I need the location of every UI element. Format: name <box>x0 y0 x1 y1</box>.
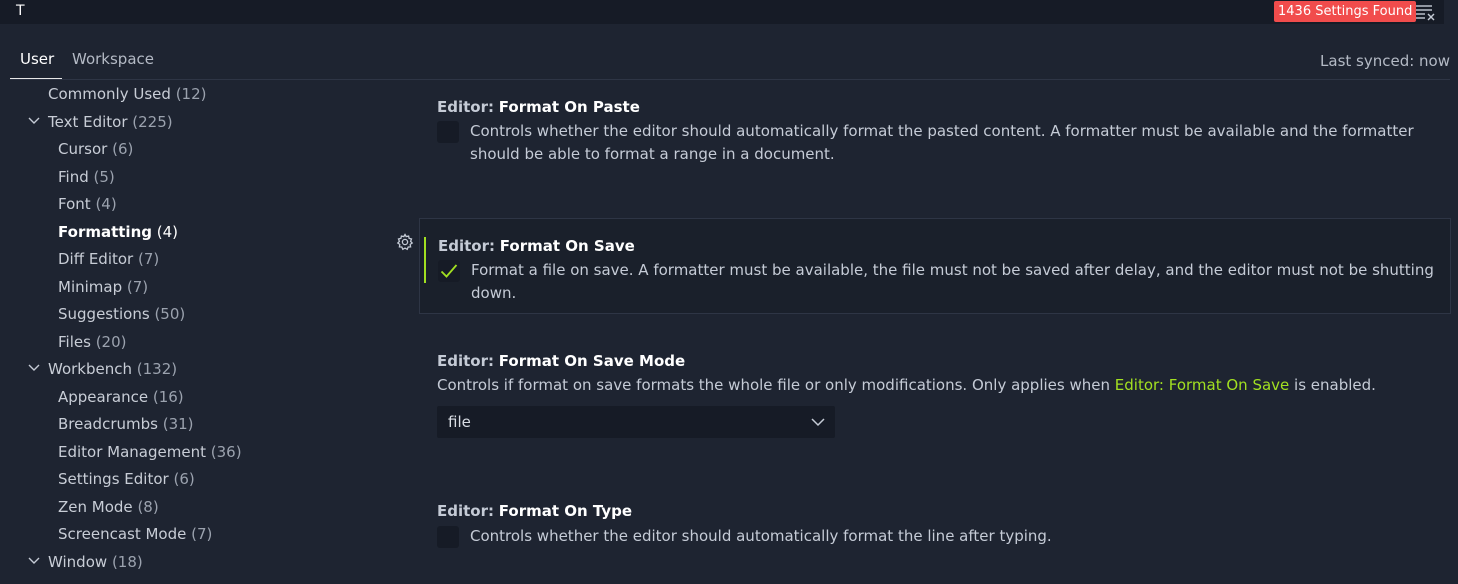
search-input[interactable]: T <box>16 3 25 19</box>
format-on-save-mode-select[interactable]: file <box>437 406 835 438</box>
toc-item-appearance[interactable]: Appearance (16) <box>58 385 184 409</box>
clear-filter-icon[interactable] <box>1414 3 1436 21</box>
setting-format-on-type: Editor: Format On Type Controls whether … <box>419 490 1449 570</box>
tab-workspace[interactable]: Workspace <box>72 50 154 68</box>
toc-item-cursor[interactable]: Cursor (6) <box>58 137 133 161</box>
setting-format-on-paste: Editor: Format On Paste Controls whether… <box>419 88 1449 198</box>
toc-item-window[interactable]: Window (18) <box>48 550 143 574</box>
setting-title: Editor: Format On Save Mode <box>437 352 686 370</box>
toc-item-find[interactable]: Find (5) <box>58 165 115 189</box>
toc-item-files[interactable]: Files (20) <box>58 330 127 354</box>
setting-format-on-save: Editor: Format On Save Format a file on … <box>419 218 1451 314</box>
toc-item-suggestions[interactable]: Suggestions (50) <box>58 302 185 326</box>
setting-description: Controls if format on save formats the w… <box>437 376 1376 394</box>
toc-item-diff-editor[interactable]: Diff Editor (7) <box>58 247 159 271</box>
gear-icon[interactable] <box>396 233 414 251</box>
setting-title: Editor: Format On Save <box>438 237 635 255</box>
setting-description: Controls whether the editor should autom… <box>470 527 1052 545</box>
setting-description: Format a file on save. A formatter must … <box>471 261 1434 302</box>
format-on-type-checkbox[interactable] <box>437 526 459 548</box>
toc-item-zen-mode[interactable]: Zen Mode (8) <box>58 495 159 519</box>
toc-item-formatting[interactable]: Formatting (4) <box>58 220 178 244</box>
sync-status: Last synced: now <box>1320 52 1450 70</box>
tabs-divider <box>10 79 1450 80</box>
toc-item-breadcrumbs[interactable]: Breadcrumbs (31) <box>58 412 194 436</box>
toc-item-minimap[interactable]: Minimap (7) <box>58 275 148 299</box>
toc-item-commonly-used[interactable]: Commonly Used (12) <box>48 82 207 106</box>
setting-link[interactable]: Editor: Format On Save <box>1115 376 1289 394</box>
check-icon <box>440 264 458 278</box>
toc-item-text-editor[interactable]: Text Editor (225) <box>48 110 173 134</box>
tab-user[interactable]: User <box>20 50 54 68</box>
results-count-badge: 1436 Settings Found <box>1274 1 1417 22</box>
format-on-save-checkbox[interactable] <box>438 260 460 282</box>
toc-item-screencast-mode[interactable]: Screencast Mode (7) <box>58 522 212 546</box>
setting-format-on-save-mode: Editor: Format On Save Mode Controls if … <box>419 340 1449 450</box>
setting-title: Editor: Format On Paste <box>437 98 640 116</box>
chevron-down-icon[interactable] <box>28 117 40 125</box>
select-value: file <box>448 413 471 431</box>
settings-toc: Commonly Used (12) Text Editor (225) Cur… <box>0 82 400 584</box>
toc-item-settings-editor[interactable]: Settings Editor (6) <box>58 467 195 491</box>
chevron-down-icon[interactable] <box>28 557 40 565</box>
chevron-down-icon <box>811 418 825 427</box>
chevron-down-icon[interactable] <box>28 364 40 372</box>
format-on-paste-checkbox[interactable] <box>437 121 459 143</box>
focus-indicator <box>424 237 426 283</box>
toc-item-workbench[interactable]: Workbench (132) <box>48 357 177 381</box>
toc-item-editor-management[interactable]: Editor Management (36) <box>58 440 242 464</box>
setting-title: Editor: Format On Type <box>437 502 633 520</box>
settings-search-bar[interactable]: T 1436 Settings Found <box>0 0 1444 24</box>
toc-item-font[interactable]: Font (4) <box>58 192 117 216</box>
setting-description: Controls whether the editor should autom… <box>470 122 1414 163</box>
